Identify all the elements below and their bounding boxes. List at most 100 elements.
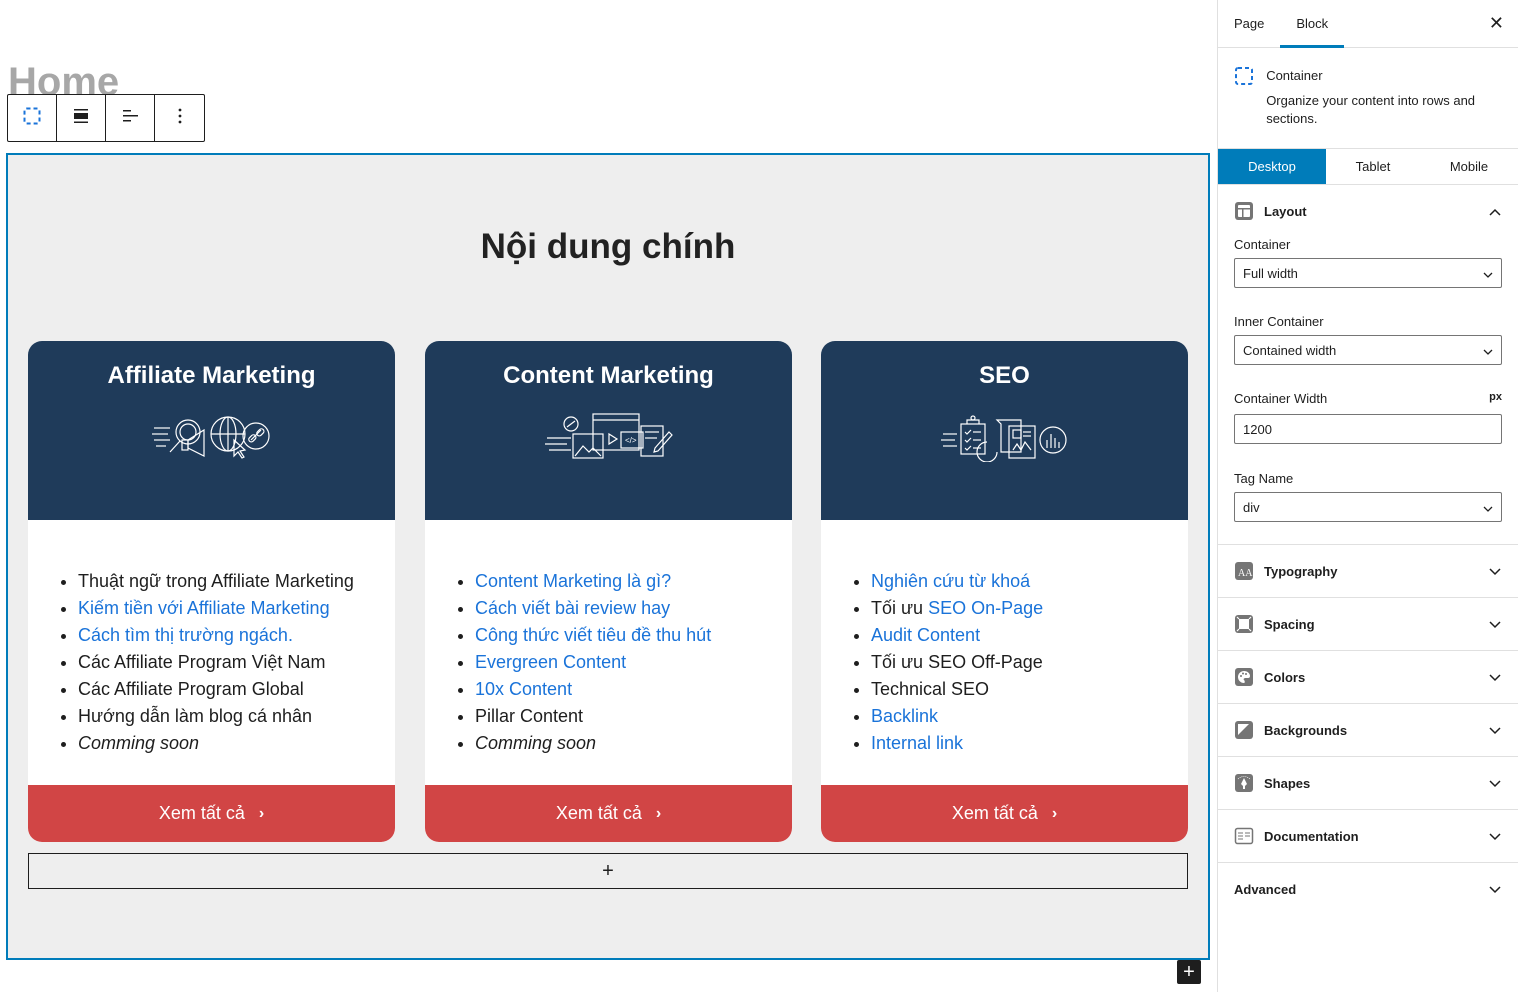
- list-link[interactable]: Audit Content: [871, 625, 980, 645]
- layout-icon: [1234, 201, 1254, 221]
- dashed-square-icon: [1234, 66, 1266, 148]
- block-description: Organize your content into rows and sect…: [1266, 93, 1476, 126]
- typography-icon: AA: [1234, 561, 1254, 581]
- view-all-label: Xem tất cả: [951, 803, 1038, 823]
- panel-documentation-toggle[interactable]: Documentation: [1218, 810, 1518, 862]
- list-link[interactable]: Internal link: [871, 733, 963, 753]
- category-card[interactable]: SEO Nghiên cứu từ khoá Tối: [821, 341, 1188, 842]
- panel-label: Layout: [1264, 203, 1307, 219]
- list-link[interactable]: Công thức viết tiêu đề thu hút: [475, 625, 711, 645]
- page-title[interactable]: Home: [8, 62, 119, 96]
- content-marketing-illustration-icon: </>: [425, 412, 792, 462]
- chevron-down-icon: [1483, 500, 1493, 515]
- list-item: Pillar Content: [475, 703, 792, 730]
- list-link[interactable]: Nghiên cứu từ khoá: [871, 571, 1030, 591]
- list-link[interactable]: Backlink: [871, 706, 938, 726]
- view-all-button[interactable]: Xem tất cả ›: [821, 785, 1188, 842]
- list-item: 10x Content: [475, 676, 792, 703]
- view-all-button[interactable]: Xem tất cả ›: [425, 785, 792, 842]
- panel-layout-toggle[interactable]: Layout: [1218, 185, 1518, 237]
- chevron-right-icon: ›: [1051, 804, 1058, 822]
- device-tab-tablet[interactable]: Tablet: [1326, 149, 1420, 184]
- plus-icon: +: [602, 859, 614, 882]
- block-appender-button[interactable]: +: [28, 853, 1188, 889]
- tab-page[interactable]: Page: [1218, 0, 1280, 47]
- category-card[interactable]: Affiliate Marketing Thuật ngữ trong Affi…: [28, 341, 395, 842]
- chevron-right-icon: ›: [258, 804, 265, 822]
- chevron-up-icon: [1488, 204, 1502, 219]
- device-tabs: Desktop Tablet Mobile: [1218, 149, 1518, 185]
- container-width-input[interactable]: [1234, 414, 1502, 444]
- seo-illustration-icon: [821, 412, 1188, 462]
- card-body: Content Marketing là gì? Cách viết bài r…: [425, 520, 792, 785]
- card-title: Affiliate Marketing: [107, 362, 316, 389]
- chevron-right-icon: ›: [655, 804, 662, 822]
- container-block[interactable]: Nội dung chính Affiliate Marketing • Thu…: [6, 153, 1210, 960]
- panel-typography-toggle[interactable]: AA Typography: [1218, 545, 1518, 597]
- tag-name-select[interactable]: div: [1234, 492, 1502, 522]
- list-link[interactable]: Cách viết bài review hay: [475, 598, 670, 618]
- chevron-down-icon: [1483, 266, 1493, 281]
- documentation-icon: [1234, 826, 1254, 846]
- dashed-square-icon: [23, 107, 41, 130]
- plus-icon: +: [1183, 960, 1195, 983]
- list-item: Backlink: [871, 703, 1188, 730]
- panel-spacing: Spacing: [1218, 598, 1518, 651]
- view-all-label: Xem tất cả: [158, 803, 245, 823]
- list-link[interactable]: SEO On-Page: [928, 598, 1043, 618]
- inner-container-select[interactable]: Contained width: [1234, 335, 1502, 365]
- chevron-down-icon: [1488, 776, 1502, 791]
- card-header: Content Marketing </>: [425, 341, 792, 520]
- panel-shapes-toggle[interactable]: Shapes: [1218, 757, 1518, 809]
- background-icon: [1234, 720, 1254, 740]
- panel-advanced-toggle[interactable]: Advanced: [1218, 863, 1518, 915]
- close-icon[interactable]: ✕: [1489, 13, 1504, 34]
- container-select[interactable]: Full width: [1234, 258, 1502, 288]
- chevron-down-icon: [1488, 564, 1502, 579]
- palette-icon: [1234, 667, 1254, 687]
- panel-colors-toggle[interactable]: Colors: [1218, 651, 1518, 703]
- panel-backgrounds-toggle[interactable]: Backgrounds: [1218, 704, 1518, 756]
- view-all-label: Xem tất cả: [555, 803, 642, 823]
- list-item: Các Affiliate Program Việt Nam: [78, 649, 395, 676]
- list-link[interactable]: 10x Content: [475, 679, 572, 699]
- list-link[interactable]: Kiếm tiền với Affiliate Marketing: [78, 598, 330, 618]
- affiliate-marketing-illustration-icon: [28, 412, 395, 462]
- panel-spacing-toggle[interactable]: Spacing: [1218, 598, 1518, 650]
- list-item: Nghiên cứu từ khoá: [871, 568, 1188, 595]
- device-tab-mobile[interactable]: Mobile: [1420, 149, 1518, 184]
- list-item: Cách tìm thị trường ngách.: [78, 622, 395, 649]
- card-title: SEO: [979, 362, 1030, 389]
- card-title: Content Marketing: [503, 362, 714, 389]
- unit-selector[interactable]: px: [1489, 391, 1502, 406]
- container-block-type-button[interactable]: [8, 95, 57, 141]
- vertical-ellipsis-icon: [178, 108, 182, 129]
- list-item: Kiếm tiền với Affiliate Marketing: [78, 595, 395, 622]
- list-link[interactable]: Cách tìm thị trường ngách.: [78, 625, 293, 645]
- sidebar-tabs: Page Block ✕: [1218, 0, 1518, 48]
- panel-advanced: Advanced: [1218, 863, 1518, 915]
- view-all-button[interactable]: Xem tất cả ›: [28, 785, 395, 842]
- section-heading[interactable]: Nội dung chính: [8, 227, 1208, 267]
- block-toolbar: [7, 94, 205, 142]
- chevron-down-icon: [1488, 670, 1502, 685]
- list-item: Công thức viết tiêu đề thu hút: [475, 622, 792, 649]
- panel-shapes: Shapes: [1218, 757, 1518, 810]
- list-item: Cách viết bài review hay: [475, 595, 792, 622]
- category-card[interactable]: Content Marketing </> Co: [425, 341, 792, 842]
- block-width-button[interactable]: [57, 95, 106, 141]
- chevron-down-icon: [1488, 882, 1502, 897]
- list-link[interactable]: Content Marketing là gì?: [475, 571, 671, 591]
- list-item: Hướng dẫn làm blog cá nhân: [78, 703, 395, 730]
- more-options-button[interactable]: [155, 95, 204, 141]
- content-align-button[interactable]: [106, 95, 155, 141]
- block-inserter-button[interactable]: +: [1177, 960, 1201, 984]
- list-item: Tối ưu SEO Off-Page: [871, 649, 1188, 676]
- list-item: Comming soon: [78, 730, 395, 757]
- spacing-icon: [1234, 614, 1254, 634]
- device-tab-desktop[interactable]: Desktop: [1218, 149, 1326, 184]
- list-link[interactable]: Evergreen Content: [475, 652, 626, 672]
- tab-block[interactable]: Block: [1280, 0, 1344, 48]
- list-item: Các Affiliate Program Global: [78, 676, 395, 703]
- svg-text:AA: AA: [1238, 568, 1253, 579]
